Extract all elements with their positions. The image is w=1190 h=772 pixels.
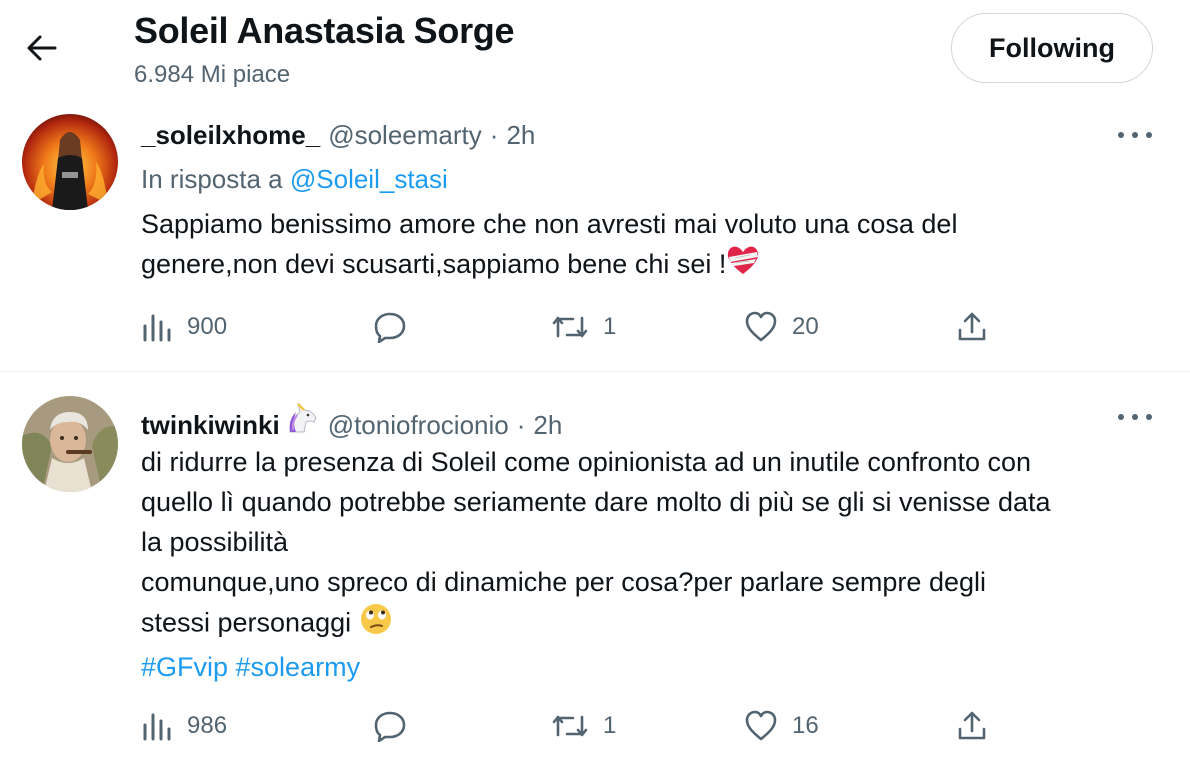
more-dots-icon[interactable] <box>1118 412 1152 422</box>
like-button[interactable]: 16 <box>744 706 819 746</box>
like-button[interactable]: 20 <box>744 307 819 347</box>
timestamp[interactable]: 2h <box>506 120 535 151</box>
views-button[interactable]: 986 <box>141 706 227 746</box>
tweet-text: di ridurre la presenza di Soleil come op… <box>141 442 1161 687</box>
unicorn-icon <box>284 400 320 441</box>
tweet-text-line: comunque,uno spreco di dinamiche per cos… <box>141 567 986 597</box>
tweet-actions: 986 1 16 <box>141 706 1001 746</box>
views-count: 986 <box>187 712 228 739</box>
avatar[interactable] <box>22 114 118 210</box>
tweet-text-line: Sappiamo benissimo amore che non avresti… <box>141 209 958 239</box>
tweet-meta: twinkiwinki @toniofrocionio · 2h <box>141 400 562 441</box>
timestamp[interactable]: 2h <box>533 410 562 441</box>
profile-header: Soleil Anastasia Sorge 6.984 Mi piace Fo… <box>0 0 1190 100</box>
user-handle[interactable]: @toniofrocionio <box>328 410 509 441</box>
tweet-text-line: genere,non devi scusarti,sappiamo bene c… <box>141 244 1161 287</box>
tweet-text-line: quello lì quando potrebbe seriamente dar… <box>141 487 1051 517</box>
reply-prefix: In risposta a <box>141 164 283 194</box>
user-handle[interactable]: @soleemarty <box>328 120 482 151</box>
reply-mention-link[interactable]: @Soleil_stasi <box>290 164 448 194</box>
mending-heart-icon <box>726 244 760 287</box>
reply-icon <box>374 711 406 742</box>
tweet-text-line: di ridurre la presenza di Soleil come op… <box>141 447 1032 477</box>
likes-count-subtitle: 6.984 Mi piace <box>134 61 291 88</box>
display-name[interactable]: twinkiwinki <box>141 410 280 441</box>
separator: · <box>489 120 499 150</box>
reply-icon <box>374 312 406 343</box>
share-button[interactable] <box>956 706 988 746</box>
tweet-text-line: la possibilità <box>141 527 289 557</box>
retweet-button[interactable]: 1 <box>551 706 616 746</box>
following-button[interactable]: Following <box>951 13 1153 83</box>
views-button[interactable]: 900 <box>141 307 227 347</box>
like-count: 16 <box>792 712 819 739</box>
analytics-icon <box>143 314 171 342</box>
reply-context: In risposta a @Soleil_stasi <box>141 164 448 195</box>
page-title: Soleil Anastasia Sorge <box>134 10 515 51</box>
views-count: 900 <box>187 313 228 340</box>
retweet-icon <box>552 316 588 338</box>
face-with-rolling-eyes-icon <box>359 602 393 647</box>
retweet-count: 1 <box>603 313 617 340</box>
retweet-button[interactable]: 1 <box>551 307 616 347</box>
heart-icon <box>745 311 777 342</box>
display-name[interactable]: _soleilxhome_ <box>141 120 320 151</box>
share-icon <box>958 312 986 341</box>
tweet-text: Sappiamo benissimo amore che non avresti… <box>141 204 1161 287</box>
arrow-left-icon <box>27 35 57 61</box>
separator: · <box>516 410 526 440</box>
reply-button[interactable] <box>373 307 407 347</box>
tweet-actions: 900 1 20 <box>141 307 1001 347</box>
avatar[interactable] <box>22 396 118 492</box>
heart-icon <box>745 710 777 741</box>
more-dots-icon[interactable] <box>1118 130 1152 140</box>
like-count: 20 <box>792 313 819 340</box>
tweet[interactable]: _soleilxhome_ @soleemarty · 2h In rispos… <box>0 100 1190 372</box>
share-button[interactable] <box>956 307 988 347</box>
retweet-icon <box>552 715 588 737</box>
analytics-icon <box>143 713 171 741</box>
reply-button[interactable] <box>373 706 407 746</box>
retweet-count: 1 <box>603 712 617 739</box>
back-button[interactable] <box>22 30 62 66</box>
tweet-meta: _soleilxhome_ @soleemarty · 2h <box>141 120 535 151</box>
share-icon <box>958 711 986 740</box>
hashtags-link[interactable]: #GFvip #solearmy <box>141 647 1161 687</box>
tweet-text-line: stessi personaggi <box>141 602 1161 647</box>
tweet[interactable]: twinkiwinki @toniofrocionio · 2h di ridu… <box>0 374 1190 772</box>
